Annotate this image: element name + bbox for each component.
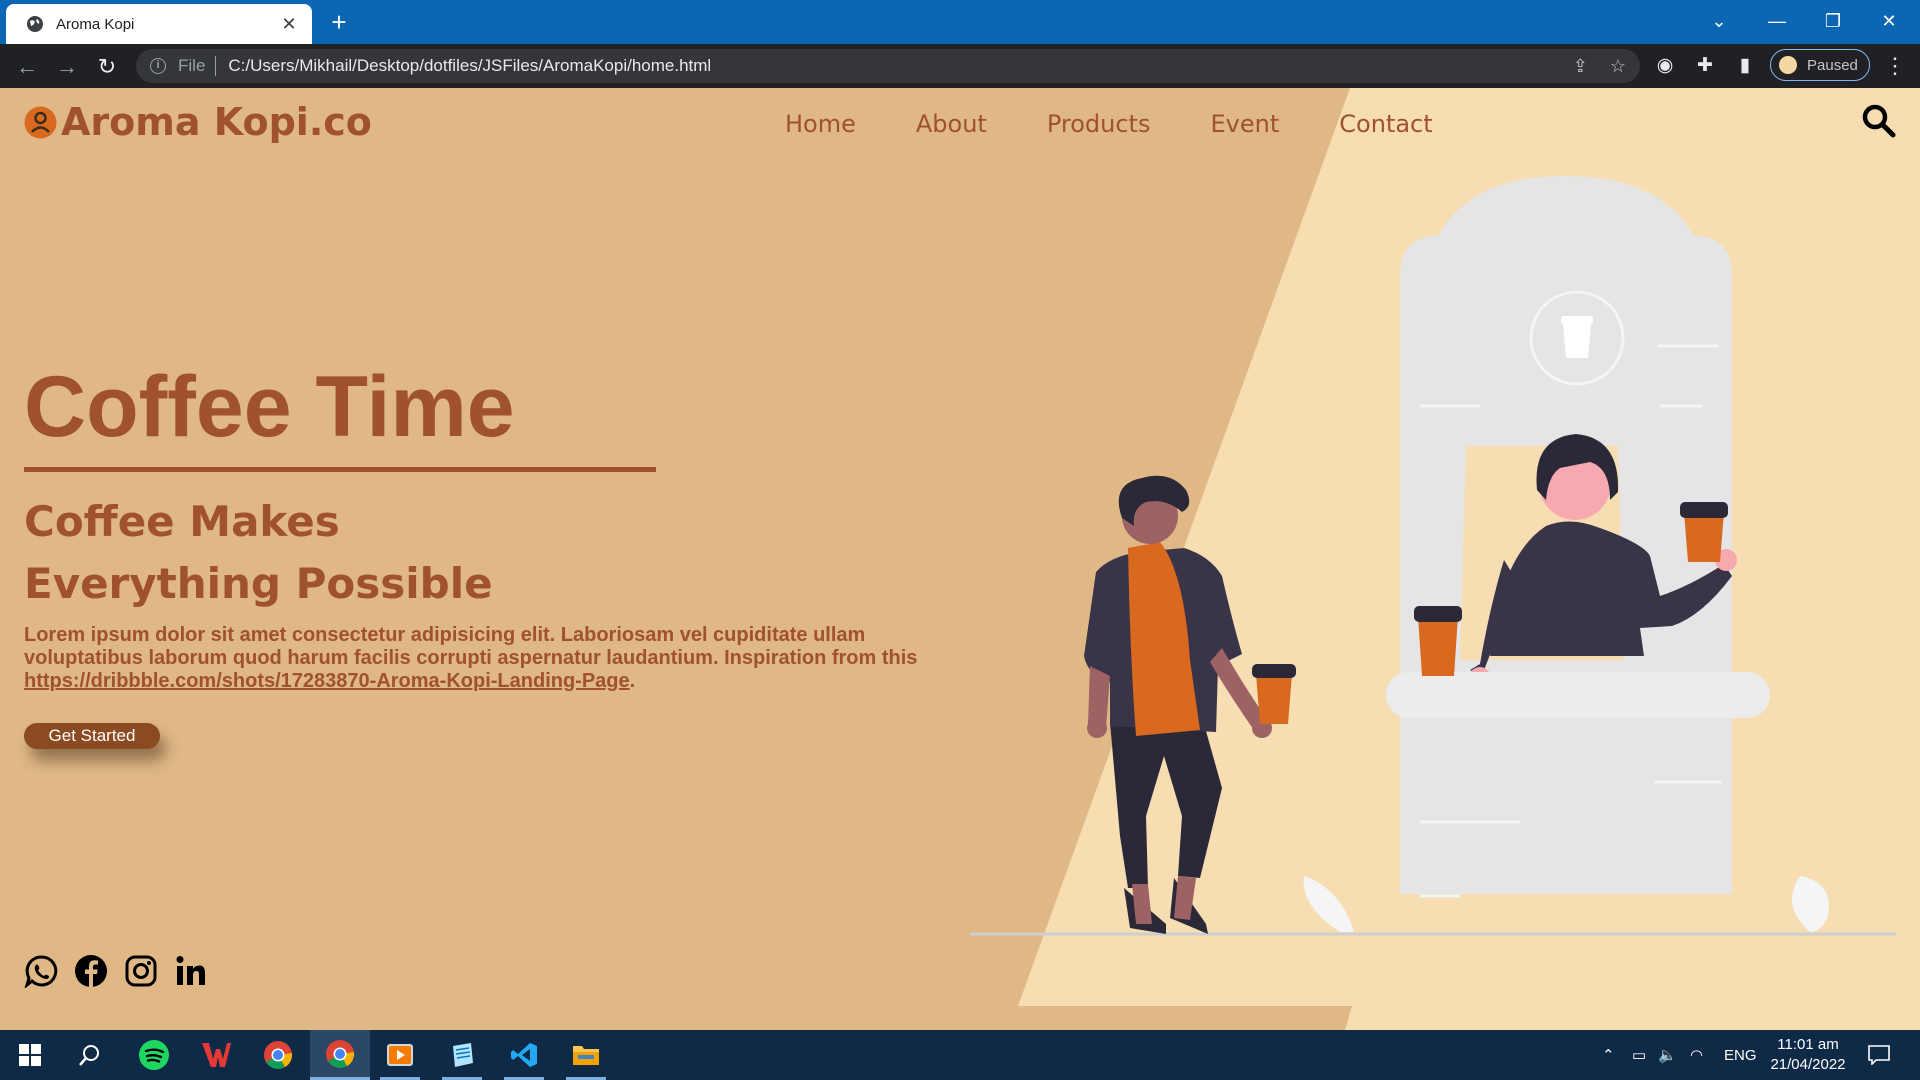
forward-icon[interactable]: →	[54, 54, 80, 80]
bookmark-star-icon[interactable]: ☆	[1610, 56, 1626, 77]
profile-status: Paused	[1807, 56, 1858, 74]
profile-button[interactable]: Paused	[1770, 49, 1870, 81]
media-player-icon[interactable]	[370, 1030, 430, 1080]
info-icon[interactable]: i	[150, 58, 166, 74]
extension-icon[interactable]: ◉	[1654, 55, 1676, 77]
nav-event[interactable]: Event	[1210, 110, 1279, 138]
browser-toolbar: ← → ↻ i File C:/Users/Mikhail/Desktop/do…	[0, 44, 1920, 88]
nav-contact[interactable]: Contact	[1339, 110, 1432, 138]
address-scheme: File	[178, 56, 206, 75]
hero-link-suffix: .	[629, 670, 636, 692]
vscode-icon[interactable]	[494, 1030, 554, 1080]
battery-icon[interactable]: ▭	[1632, 1030, 1646, 1080]
minimize-icon[interactable]: —	[1754, 6, 1800, 36]
facebook-icon[interactable]	[74, 954, 108, 988]
hero-divider	[24, 467, 656, 472]
side-panel-icon[interactable]: ▮	[1734, 55, 1756, 77]
hero-description-text: Lorem ipsum dolor sit amet consectetur a…	[24, 624, 918, 669]
tab-title: Aroma Kopi	[56, 15, 135, 33]
spotify-icon[interactable]	[124, 1030, 184, 1080]
browser-tab-bar: Aroma Kopi ✕ + ⌄ — ❐ ✕	[0, 0, 1920, 44]
system-clock[interactable]: 11:01 am 21/04/2022	[1764, 1035, 1852, 1075]
windows-taskbar: ⌃ ▭ 🔈 ◠ ENG 11:01 am 21/04/2022	[0, 1030, 1920, 1080]
get-started-button[interactable]: Get Started	[24, 723, 160, 749]
clock-date: 21/04/2022	[1770, 1056, 1846, 1073]
main-nav: Home About Products Event Contact	[785, 110, 1433, 138]
hero-subtitle: Coffee Makes Everything Possible	[24, 497, 493, 608]
wifi-icon[interactable]: ◠	[1690, 1030, 1703, 1080]
avatar	[1779, 56, 1797, 74]
user-icon	[24, 106, 57, 139]
address-bar[interactable]: i File C:/Users/Mikhail/Desktop/dotfiles…	[136, 49, 1640, 83]
instagram-icon[interactable]	[124, 954, 158, 988]
hero-title: Coffee Time	[24, 359, 515, 455]
logo-text: Aroma Kopi.co	[61, 100, 372, 144]
restore-icon[interactable]: ❐	[1810, 6, 1856, 36]
nav-home[interactable]: Home	[785, 110, 856, 138]
chrome-active-icon[interactable]	[310, 1030, 370, 1080]
browser-tab[interactable]: Aroma Kopi ✕	[6, 4, 312, 44]
web-page: Aroma Kopi.co Home About Products Event …	[0, 88, 1920, 1030]
notepad-icon[interactable]	[432, 1030, 492, 1080]
close-tab-icon[interactable]: ✕	[278, 14, 300, 35]
whatsapp-icon[interactable]	[24, 954, 58, 988]
tab-search-icon[interactable]: ⌄	[1696, 6, 1742, 36]
clock-time: 11:01 am	[1777, 1036, 1839, 1053]
file-explorer-icon[interactable]	[556, 1030, 616, 1080]
chrome-icon[interactable]	[248, 1030, 308, 1080]
close-window-icon[interactable]: ✕	[1866, 6, 1912, 36]
back-icon[interactable]: ←	[14, 54, 40, 80]
language-indicator[interactable]: ENG	[1724, 1030, 1757, 1080]
windows-start-icon[interactable]	[0, 1030, 60, 1080]
social-links	[24, 954, 208, 988]
new-tab-button[interactable]: +	[324, 7, 354, 37]
site-logo[interactable]: Aroma Kopi.co	[24, 100, 372, 144]
hero-description: Lorem ipsum dolor sit amet consectetur a…	[24, 624, 964, 693]
address-url[interactable]: C:/Users/Mikhail/Desktop/dotfiles/JSFile…	[228, 56, 711, 76]
globe-icon	[26, 15, 44, 33]
tray-chevron-icon[interactable]: ⌃	[1602, 1030, 1615, 1080]
volume-icon[interactable]: 🔈	[1658, 1030, 1677, 1080]
nav-about[interactable]: About	[916, 110, 987, 138]
puzzle-icon[interactable]: ✚	[1694, 55, 1716, 77]
share-icon[interactable]: ⇪	[1573, 56, 1588, 77]
search-taskbar-icon[interactable]	[60, 1030, 120, 1080]
address-separator	[215, 56, 217, 76]
search-icon[interactable]	[1862, 104, 1896, 138]
nav-products[interactable]: Products	[1047, 110, 1151, 138]
notification-icon[interactable]	[1868, 1030, 1890, 1080]
wps-office-icon[interactable]	[186, 1030, 246, 1080]
menu-icon[interactable]: ⋮	[1884, 54, 1906, 78]
inspiration-link[interactable]: https://dribbble.com/shots/17283870-Arom…	[24, 670, 630, 692]
reload-icon[interactable]: ↻	[94, 54, 120, 80]
coffee-shop-illustration	[970, 176, 1896, 936]
linkedin-icon[interactable]	[174, 954, 208, 988]
